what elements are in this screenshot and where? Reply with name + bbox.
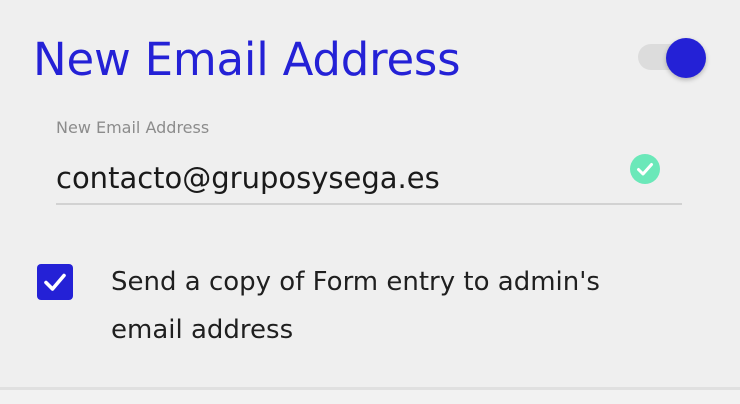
- section-title: New Email Address: [33, 33, 461, 86]
- toggle-knob: [666, 38, 706, 78]
- checkmark-icon: [44, 273, 66, 291]
- input-underline: [56, 203, 682, 205]
- new-email-address-panel: New Email Address New Email Address Send…: [0, 0, 740, 388]
- send-copy-checkbox[interactable]: [37, 264, 73, 300]
- next-section: [0, 390, 740, 404]
- new-email-toggle[interactable]: [636, 38, 708, 78]
- check-circle-icon: [630, 154, 660, 184]
- new-email-input[interactable]: [56, 156, 616, 200]
- new-email-field: New Email Address: [56, 112, 682, 206]
- new-email-label: New Email Address: [56, 118, 210, 137]
- send-copy-label[interactable]: Send a copy of Form entry to admin's ema…: [111, 258, 671, 354]
